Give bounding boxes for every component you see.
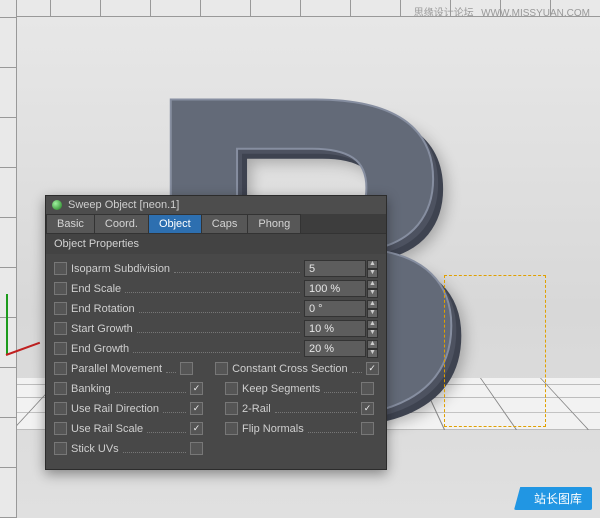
dots-fill (147, 424, 186, 433)
prop-label: Parallel Movement (71, 363, 162, 375)
dots-fill (115, 384, 186, 393)
prop-label: Isoparm Subdivision (71, 263, 170, 275)
value-input[interactable] (304, 300, 366, 317)
prop-row: Use Rail Direction 2-Rail (54, 399, 378, 418)
dots-fill (324, 384, 357, 393)
ruler-vertical (0, 0, 17, 518)
object-icon (52, 200, 62, 210)
anim-toggle[interactable] (215, 362, 228, 375)
stepper-up[interactable]: ▲ (367, 320, 378, 329)
anim-toggle[interactable] (54, 402, 67, 415)
dots-fill (163, 404, 186, 413)
anim-toggle[interactable] (225, 422, 238, 435)
prop-label: Use Rail Scale (71, 423, 143, 435)
dots-fill (275, 404, 357, 413)
dots-fill (166, 364, 176, 373)
prop-row: End Rotation ▲▼ (54, 299, 378, 318)
panel-title: Sweep Object [neon.1] (68, 199, 179, 211)
viewport-3d[interactable]: B 思缘设计论坛 WWW.MISSYUAN.COM 站长图库 Sweep Obj… (0, 0, 600, 518)
checkbox[interactable] (190, 442, 203, 455)
anim-toggle[interactable] (54, 362, 67, 375)
checkbox[interactable] (361, 382, 374, 395)
watermark-top: 思缘设计论坛 WWW.MISSYUAN.COM (410, 4, 590, 19)
anim-toggle[interactable] (225, 402, 238, 415)
checkbox[interactable] (190, 382, 203, 395)
stepper-down[interactable]: ▼ (367, 309, 378, 318)
checkbox[interactable] (361, 422, 374, 435)
prop-label: End Scale (71, 283, 121, 295)
prop-label: Stick UVs (71, 443, 119, 455)
anim-toggle[interactable] (54, 442, 67, 455)
stepper-down[interactable]: ▼ (367, 269, 378, 278)
prop-row: Use Rail Scale Flip Normals (54, 419, 378, 438)
prop-label: Flip Normals (242, 423, 304, 435)
prop-row: Start Growth ▲▼ (54, 319, 378, 338)
stepper-down[interactable]: ▼ (367, 329, 378, 338)
checkbox[interactable] (190, 422, 203, 435)
stepper-up[interactable]: ▲ (367, 260, 378, 269)
dots-fill (125, 284, 300, 293)
tab-coord[interactable]: Coord. (94, 214, 149, 233)
anim-toggle[interactable] (225, 382, 238, 395)
prop-label: Banking (71, 383, 111, 395)
anim-toggle[interactable] (54, 422, 67, 435)
dots-fill (352, 364, 362, 373)
properties-body: Isoparm Subdivision▲▼End Scale▲▼End Rota… (46, 254, 386, 469)
anim-toggle[interactable] (54, 322, 67, 335)
watermark-url: WWW.MISSYUAN.COM (481, 8, 590, 19)
stepper-up[interactable]: ▲ (367, 280, 378, 289)
selection-outline (444, 275, 546, 427)
stepper-up[interactable]: ▲ (367, 300, 378, 309)
watermark-text: 思缘设计论坛 (414, 8, 474, 19)
prop-row: Isoparm Subdivision ▲▼ (54, 259, 378, 278)
value-input[interactable] (304, 320, 366, 337)
axis-gizmo (0, 288, 46, 408)
stepper-down[interactable]: ▼ (367, 289, 378, 298)
checkbox[interactable] (190, 402, 203, 415)
tab-object[interactable]: Object (148, 214, 202, 233)
panel-title-bar[interactable]: Sweep Object [neon.1] (46, 196, 386, 214)
tab-basic[interactable]: Basic (46, 214, 95, 233)
checkbox[interactable] (366, 362, 379, 375)
stepper-up[interactable]: ▲ (367, 340, 378, 349)
prop-label: Start Growth (71, 323, 133, 335)
prop-row: Banking Keep Segments (54, 379, 378, 398)
dots-fill (174, 264, 300, 273)
anim-toggle[interactable] (54, 342, 67, 355)
prop-row: End Growth ▲▼ (54, 339, 378, 358)
dots-fill (137, 324, 300, 333)
attribute-panel: Sweep Object [neon.1] BasicCoord.ObjectC… (45, 195, 387, 470)
panel-tabs: BasicCoord.ObjectCapsPhong (46, 214, 386, 233)
stepper-down[interactable]: ▼ (367, 349, 378, 358)
prop-label: Constant Cross Section (232, 363, 348, 375)
tab-caps[interactable]: Caps (201, 214, 249, 233)
dots-fill (133, 344, 300, 353)
dots-fill (123, 444, 186, 453)
value-input[interactable] (304, 280, 366, 297)
dots-fill (139, 304, 300, 313)
section-header: Object Properties (46, 233, 386, 254)
prop-row: End Scale ▲▼ (54, 279, 378, 298)
value-input[interactable] (304, 260, 366, 277)
value-input[interactable] (304, 340, 366, 357)
anim-toggle[interactable] (54, 382, 67, 395)
anim-toggle[interactable] (54, 262, 67, 275)
prop-label: End Rotation (71, 303, 135, 315)
badge-bottom-right: 站长图库 (514, 487, 592, 510)
checkbox[interactable] (180, 362, 193, 375)
prop-row: Parallel Movement Constant Cross Section (54, 359, 378, 378)
prop-label: Use Rail Direction (71, 403, 159, 415)
dots-fill (308, 424, 357, 433)
checkbox[interactable] (361, 402, 374, 415)
prop-label: End Growth (71, 343, 129, 355)
tab-phong[interactable]: Phong (247, 214, 301, 233)
prop-row: Stick UVs (54, 439, 378, 458)
anim-toggle[interactable] (54, 282, 67, 295)
anim-toggle[interactable] (54, 302, 67, 315)
prop-label: Keep Segments (242, 383, 320, 395)
prop-label: 2-Rail (242, 403, 271, 415)
